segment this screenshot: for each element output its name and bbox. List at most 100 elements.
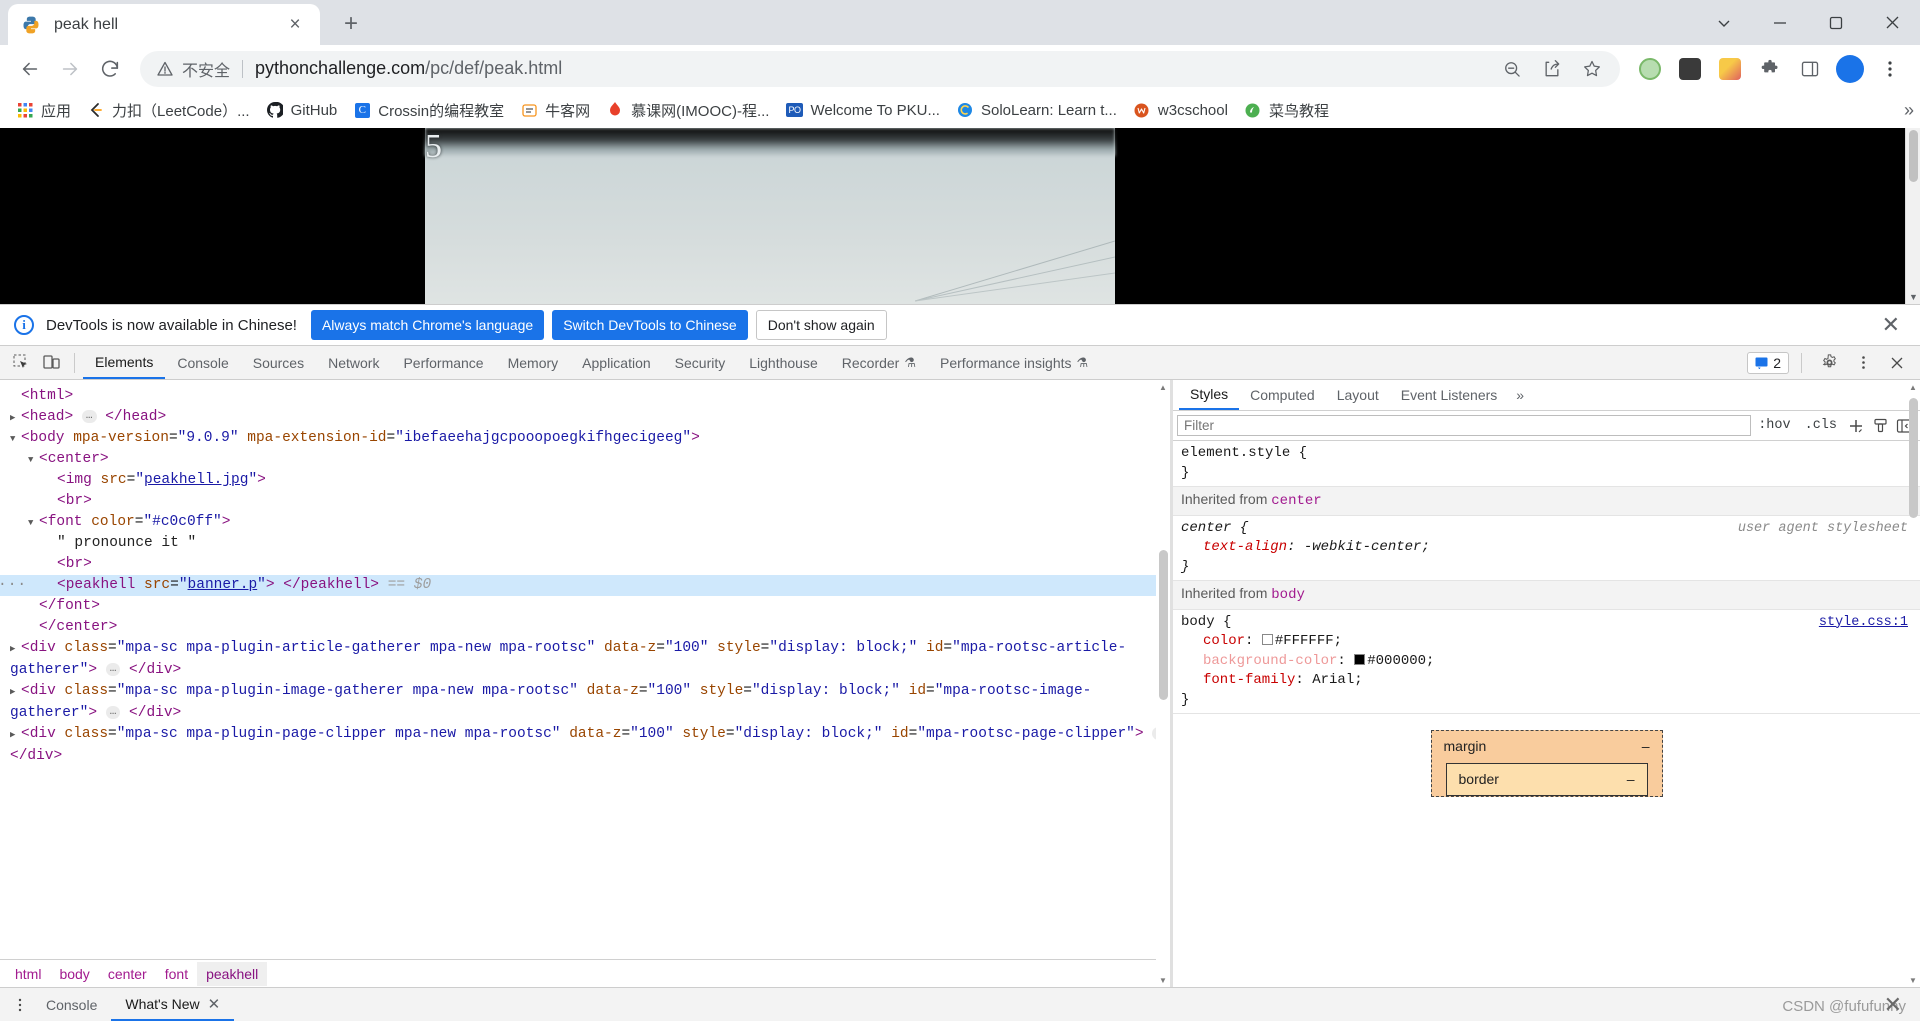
style-property[interactable]: text-align: -webkit-center; (1181, 538, 1920, 558)
dom-node-line[interactable]: <br> (0, 554, 1170, 575)
rule-origin[interactable]: style.css:1 (1819, 613, 1908, 633)
scrollbar-thumb[interactable] (1159, 550, 1168, 700)
chevron-down-icon[interactable] (1696, 0, 1752, 45)
forward-icon[interactable] (50, 49, 90, 89)
more-tabs-icon[interactable]: » (1508, 387, 1532, 403)
maximize-icon[interactable] (1808, 0, 1864, 45)
dom-node-line[interactable]: <html> (0, 386, 1170, 407)
node-menu-dots[interactable]: ··· (0, 575, 27, 596)
breadcrumb-item[interactable]: peakhell (197, 961, 268, 986)
dom-tree[interactable]: <html> ▶ <head> … </head> ▼ <body mpa-versio… (0, 380, 1170, 959)
style-rule[interactable]: style.css:1 body {color: #FFFFFF; backgrou… (1173, 610, 1920, 714)
tab-computed[interactable]: Computed (1239, 380, 1326, 410)
breadcrumb-item[interactable]: html (6, 962, 50, 986)
property-value[interactable]: : #000000; (1337, 653, 1434, 669)
dom-node-line[interactable]: <br> (0, 491, 1170, 512)
extension-icon-green[interactable] (1630, 49, 1670, 89)
tab-event-listeners[interactable]: Event Listeners (1390, 380, 1509, 410)
scroll-down-icon[interactable]: ▼ (1906, 973, 1920, 987)
rule-selector[interactable]: body { (1181, 613, 1920, 633)
scrollbar-thumb[interactable] (1909, 398, 1918, 518)
reload-icon[interactable] (90, 49, 130, 89)
dom-node-line[interactable]: </font> (0, 596, 1170, 617)
paintbrush-icon[interactable] (1868, 414, 1892, 438)
tab-elements[interactable]: Elements (83, 346, 166, 379)
tab-styles[interactable]: Styles (1179, 380, 1240, 410)
three-dots-vertical-icon[interactable] (1848, 349, 1878, 377)
style-property[interactable]: background-color: #000000; (1181, 652, 1920, 672)
filter-input[interactable] (1177, 415, 1752, 436)
bookmark-w3cschool[interactable]: w3cschool (1125, 97, 1236, 123)
margin-value[interactable]: – (1642, 737, 1650, 757)
style-rule[interactable]: user agent stylesheet center {text-align:… (1173, 516, 1920, 581)
scroll-up-icon[interactable]: ▲ (1156, 380, 1170, 394)
disclosure-triangle-icon[interactable]: ▼ (28, 513, 39, 534)
property-value[interactable]: : -webkit-center; (1287, 539, 1430, 555)
inspect-element-icon[interactable] (6, 349, 36, 377)
cls-toggle[interactable]: .cls (1798, 418, 1844, 433)
extension-icon-dark[interactable] (1670, 49, 1710, 89)
tab-application[interactable]: Application (570, 346, 663, 379)
tab-memory[interactable]: Memory (496, 346, 571, 379)
bookmark-github[interactable]: GitHub (258, 97, 346, 123)
breadcrumb-item[interactable]: body (50, 962, 98, 986)
bookmark-apps[interactable]: 应用 (8, 96, 79, 125)
dom-node-line[interactable]: ▶ <div class="mpa-sc mpa-plugin-article-g… (0, 638, 1170, 681)
new-tab-button[interactable]: + (334, 7, 368, 41)
star-icon[interactable] (1572, 49, 1612, 89)
dom-node-line[interactable]: ··· <peakhell src="banner.p"> </peakhell>… (0, 575, 1170, 596)
close-icon[interactable]: ✕ (208, 995, 221, 1013)
style-property[interactable]: color: #FFFFFF; (1181, 632, 1920, 652)
back-icon[interactable] (10, 49, 50, 89)
tab-network[interactable]: Network (316, 346, 391, 379)
zoom-out-icon[interactable] (1492, 49, 1532, 89)
rule-selector[interactable]: element.style { (1181, 444, 1920, 464)
tab-console[interactable]: Console (165, 346, 240, 379)
scroll-down-icon[interactable]: ▼ (1906, 289, 1920, 304)
scrollbar-thumb[interactable] (1909, 130, 1918, 182)
bookmark-sololearn[interactable]: SoloLearn: Learn t... (948, 97, 1125, 123)
dom-node-line[interactable]: <img src="peakhell.jpg"> (0, 470, 1170, 491)
tab-performance[interactable]: Performance (391, 346, 495, 379)
drawer-tab-console[interactable]: Console (32, 988, 111, 1021)
dom-node-line[interactable]: ▶ <head> … </head> (0, 407, 1170, 428)
stylesheet-link[interactable]: style.css:1 (1819, 615, 1908, 630)
minimize-icon[interactable] (1752, 0, 1808, 45)
property-value[interactable]: : #FFFFFF; (1245, 633, 1342, 649)
switch-devtools-chinese-button[interactable]: Switch DevTools to Chinese (552, 310, 748, 340)
tab-performance-insights[interactable]: Performance insights ⚗ (928, 346, 1100, 379)
dom-node-line[interactable]: ▼ <body mpa-version="9.0.9" mpa-extension… (0, 428, 1170, 449)
dom-node-line[interactable]: " pronounce it " (0, 533, 1170, 554)
dom-node-line[interactable]: ▶ <div class="mpa-sc mpa-plugin-image-gat… (0, 681, 1170, 724)
close-window-icon[interactable] (1864, 0, 1920, 45)
device-toolbar-icon[interactable] (36, 349, 66, 377)
hov-toggle[interactable]: :hov (1751, 418, 1797, 433)
disclosure-triangle-icon[interactable]: ▼ (10, 429, 21, 450)
bookmark-nowcoder[interactable]: 牛客网 (512, 96, 598, 125)
gear-icon[interactable] (1814, 349, 1844, 377)
tab-layout[interactable]: Layout (1326, 380, 1390, 410)
styles-rules-list[interactable]: element.style {} Inherited from center use… (1173, 441, 1920, 987)
three-dots-vertical-icon[interactable] (8, 993, 32, 1017)
share-icon[interactable] (1532, 49, 1572, 89)
disclosure-triangle-icon[interactable]: ▶ (10, 408, 21, 429)
bookmark-crossin[interactable]: C Crossin的编程教室 (345, 96, 512, 125)
bookmarks-overflow-icon[interactable]: » (1904, 100, 1914, 121)
scroll-down-icon[interactable]: ▼ (1156, 973, 1170, 987)
disclosure-triangle-icon[interactable]: ▶ (10, 639, 21, 660)
border-value[interactable]: – (1627, 770, 1635, 790)
dom-tree-scrollbar[interactable]: ▲ ▼ (1156, 380, 1170, 987)
extension-icon-colorful[interactable] (1710, 49, 1750, 89)
close-icon[interactable]: × (282, 12, 308, 38)
style-rule[interactable]: element.style {} (1173, 441, 1920, 487)
property-value[interactable]: : Arial; (1295, 672, 1362, 688)
plus-icon[interactable] (1844, 414, 1868, 438)
style-property[interactable]: font-family: Arial; (1181, 671, 1920, 691)
bookmark-imooc[interactable]: 慕课网(IMOOC)-程... (598, 96, 777, 125)
dom-node-line[interactable]: ▼ <font color="#c0c0ff"> (0, 512, 1170, 533)
box-model-border[interactable]: border – (1445, 762, 1648, 796)
styles-scrollbar[interactable]: ▲ ▼ (1906, 380, 1920, 987)
bookmark-leetcode[interactable]: 力扣（LeetCode）... (79, 96, 258, 125)
disclosure-triangle-icon[interactable]: ▼ (28, 450, 39, 471)
drawer-tab-whats-new[interactable]: What's New ✕ (111, 988, 235, 1021)
